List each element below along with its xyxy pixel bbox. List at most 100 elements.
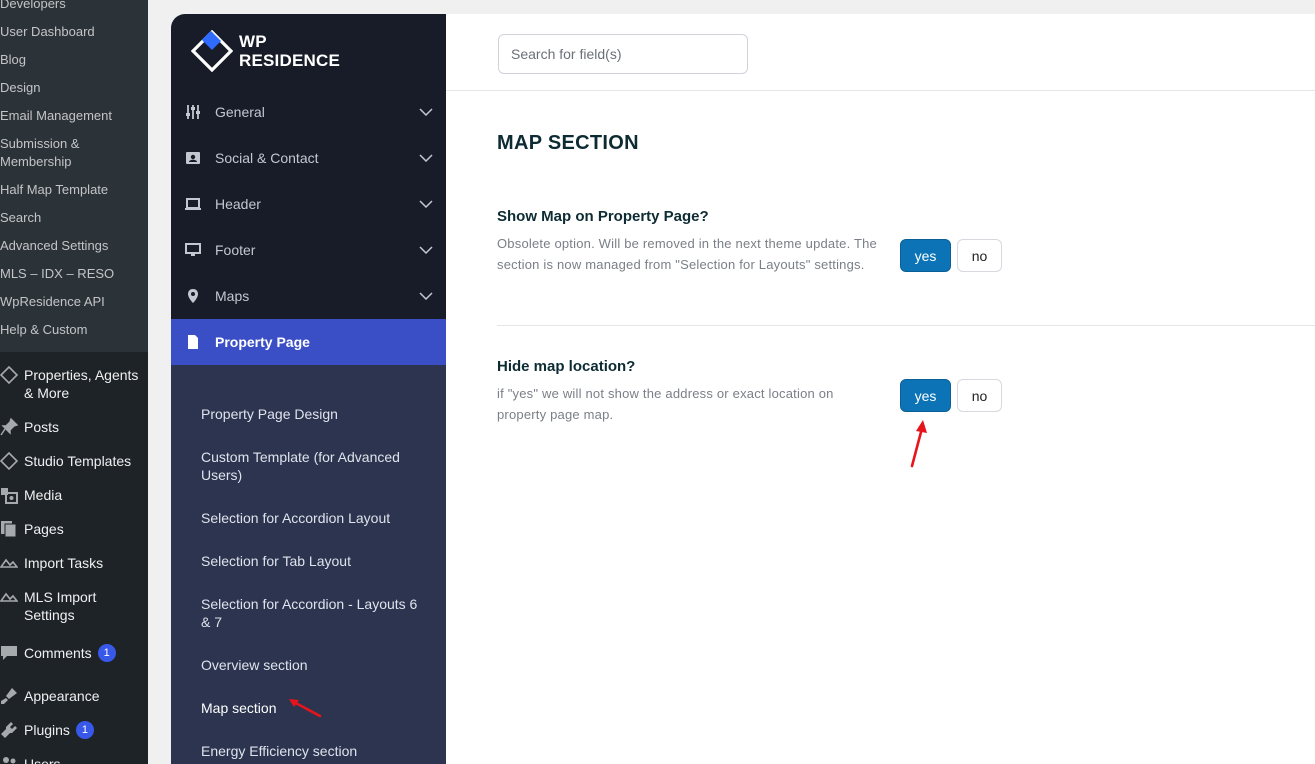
nav-label: Property Page <box>215 334 310 350</box>
wp-menu-label: Comments <box>24 645 92 661</box>
option-description: Obsolete option. Will be removed in the … <box>497 236 877 272</box>
chevron-down-icon <box>406 154 446 162</box>
comments-count-badge: 1 <box>97 644 116 662</box>
import-icon <box>0 588 24 606</box>
subnav-accordion-layouts-6-7[interactable]: Selection for Accordion - Layouts 6 & 7 <box>201 595 426 631</box>
wp-submenu-item[interactable]: WpResidence API <box>0 288 148 316</box>
wp-menu-import-tasks[interactable]: Import Tasks <box>0 546 148 580</box>
option-hide-map-location: Hide map location? if "yes" we will not … <box>497 358 1315 468</box>
wp-submenu-item[interactable]: Half Map Template <box>0 176 148 204</box>
wp-menu-label: Plugins <box>24 722 70 738</box>
subnav-property-page-design[interactable]: Property Page Design <box>201 405 426 423</box>
import-icon <box>0 554 24 572</box>
option-title: Hide map location? <box>497 358 636 375</box>
subnav-custom-template[interactable]: Custom Template (for Advanced Users) <box>201 448 426 484</box>
wp-menu-label: Properties, Agents & More <box>24 367 139 401</box>
wpresidence-diamond-icon <box>0 452 24 470</box>
no-button[interactable]: no <box>957 379 1002 412</box>
subnav-accordion-layout[interactable]: Selection for Accordion Layout <box>201 509 426 527</box>
wp-submenu-item[interactable]: Submission & Membership <box>0 130 100 176</box>
pages-icon <box>0 520 24 538</box>
option-title: Show Map on Property Page? <box>497 208 709 225</box>
wp-menu-media[interactable]: Media <box>0 478 148 512</box>
subnav-energy-efficiency-section[interactable]: Energy Efficiency section <box>201 742 426 760</box>
nav-general[interactable]: General <box>171 89 446 135</box>
option-description: if "yes" we will not show the address or… <box>497 386 834 422</box>
wp-menu-label: Posts <box>24 419 60 435</box>
yes-button[interactable]: yes <box>900 379 951 412</box>
wp-menu-posts[interactable]: Posts <box>0 410 148 444</box>
wp-menu-mls-import-settings[interactable]: MLS Import Settings <box>0 580 148 632</box>
wp-menu-label: Users <box>24 756 61 764</box>
content-topbar <box>446 14 1315 91</box>
logo-line-2: RESIDENCE <box>239 51 340 70</box>
monitor-icon <box>171 242 215 258</box>
nav-label: General <box>215 104 265 120</box>
chevron-down-icon <box>406 292 446 300</box>
nav-social-contact[interactable]: Social & Contact <box>171 135 446 181</box>
wp-menu-label: Pages <box>24 521 64 537</box>
wp-menu-label: Appearance <box>24 688 100 704</box>
wpresidence-logo[interactable]: WP RESIDENCE <box>191 30 340 72</box>
option-divider <box>497 325 1315 326</box>
wp-submenu-item[interactable]: Developers <box>0 0 148 18</box>
subnav-tab-layout[interactable]: Selection for Tab Layout <box>201 552 426 570</box>
nav-label: Footer <box>215 242 256 258</box>
nav-property-page[interactable]: Property Page <box>171 319 446 365</box>
wp-menu-comments[interactable]: Comments 1 <box>0 632 148 670</box>
chevron-down-icon <box>406 200 446 208</box>
nav-footer[interactable]: Footer <box>171 227 446 273</box>
wp-submenu-item[interactable]: Help & Custom <box>0 316 148 344</box>
nav-label: Social & Contact <box>215 150 319 166</box>
wp-submenu-item[interactable]: Design <box>0 74 148 102</box>
wp-submenu-item[interactable]: Advanced Settings <box>0 232 148 260</box>
annotation-arrow <box>910 420 927 468</box>
options-content: MAP SECTION Show Map on Property Page? O… <box>446 14 1315 764</box>
plugin-icon <box>0 721 24 739</box>
wp-submenu-item[interactable]: Search <box>0 204 148 232</box>
nav-label: Maps <box>215 288 250 304</box>
wp-menu-appearance[interactable]: Appearance <box>0 670 148 713</box>
theme-options-panel: WP RESIDENCE General Social & Contact He… <box>171 14 1315 764</box>
media-icon <box>0 486 24 504</box>
yes-button[interactable]: yes <box>900 239 951 272</box>
chevron-down-icon <box>406 246 446 254</box>
wp-main-menu: Properties, Agents & More Posts Studio T… <box>0 358 148 764</box>
subnav-overview-section[interactable]: Overview section <box>201 656 426 674</box>
wp-menu-label: Import Tasks <box>24 555 104 571</box>
no-button[interactable]: no <box>957 239 1002 272</box>
contact-card-icon <box>171 150 215 166</box>
yes-no-toggle: yes no <box>900 239 1002 272</box>
brush-icon <box>0 687 24 705</box>
theme-options-sidebar: WP RESIDENCE General Social & Contact He… <box>171 14 446 764</box>
search-fields-input[interactable] <box>498 34 748 74</box>
document-icon <box>171 334 215 350</box>
annotation-arrow <box>289 699 322 718</box>
plugins-count-badge: 1 <box>75 721 94 739</box>
yes-no-toggle: yes no <box>900 379 1002 412</box>
wp-menu-plugins[interactable]: Plugins 1 <box>0 713 148 747</box>
wp-menu-label: Media <box>24 487 63 503</box>
wp-submenu-item[interactable]: MLS – IDX – RESO <box>0 260 148 288</box>
comment-icon <box>0 644 24 662</box>
wp-menu-label: MLS Import Settings <box>24 589 97 623</box>
option-show-map: Show Map on Property Page? Obsolete opti… <box>497 208 1315 272</box>
wp-menu-users[interactable]: Users <box>0 747 148 764</box>
wpresidence-logo-icon <box>191 30 233 72</box>
wp-admin-sidebar: Developers User Dashboard Blog Design Em… <box>0 0 148 764</box>
logo-line-1: WP <box>239 32 267 51</box>
nav-header[interactable]: Header <box>171 181 446 227</box>
chevron-down-icon <box>406 108 446 116</box>
section-title: MAP SECTION <box>497 132 639 154</box>
wp-submenu-item[interactable]: Email Management <box>0 102 148 130</box>
property-page-subnav: Property Page Design Custom Template (fo… <box>171 365 446 764</box>
nav-label: Header <box>215 196 261 212</box>
wp-menu-studio-templates[interactable]: Studio Templates <box>0 444 148 478</box>
users-icon <box>0 755 24 764</box>
nav-maps[interactable]: Maps <box>171 273 446 319</box>
wp-submenu-item[interactable]: Blog <box>0 46 148 74</box>
wp-submenu: Developers User Dashboard Blog Design Em… <box>0 0 148 352</box>
wp-menu-properties[interactable]: Properties, Agents & More <box>0 358 148 410</box>
wp-submenu-item[interactable]: User Dashboard <box>0 18 148 46</box>
wp-menu-pages[interactable]: Pages <box>0 512 148 546</box>
